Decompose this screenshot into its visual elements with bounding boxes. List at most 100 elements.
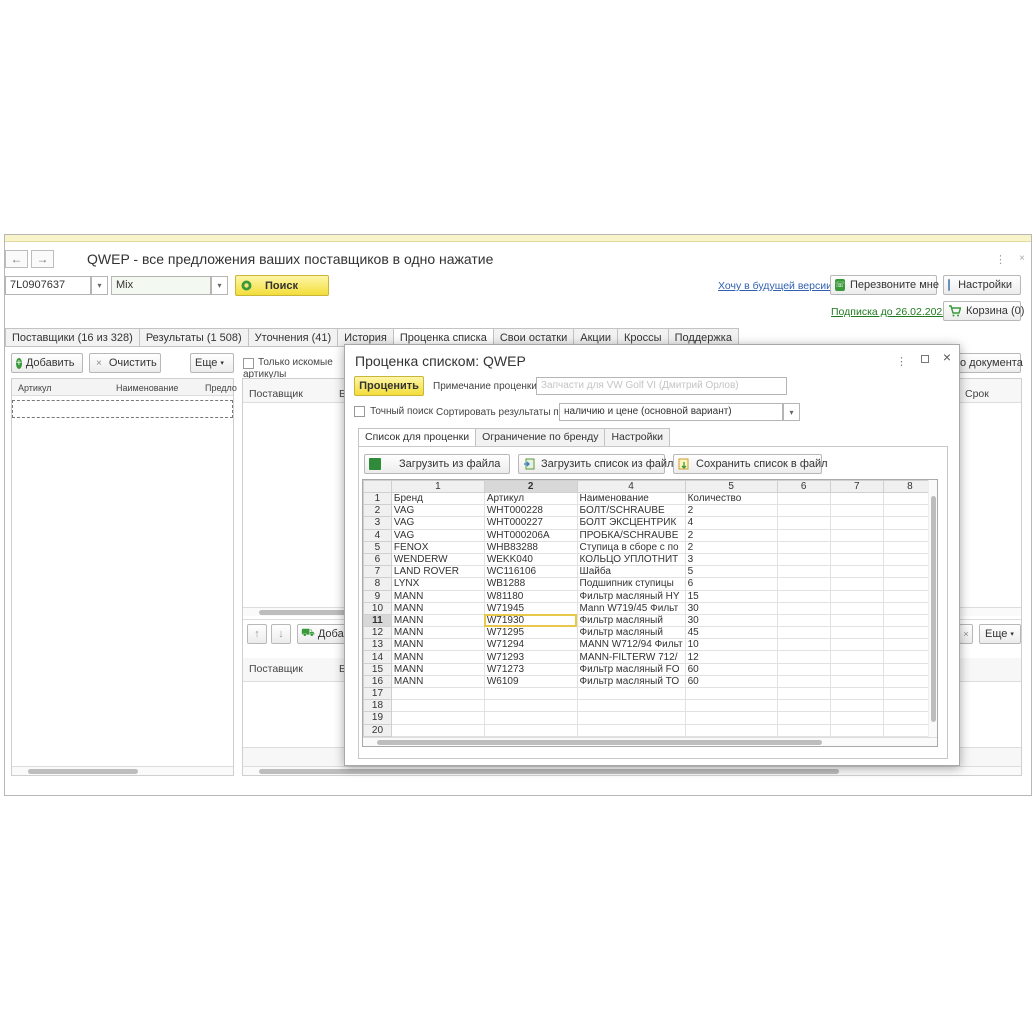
offers-scrollbar[interactable]	[243, 766, 1021, 775]
sheet-cell[interactable]	[776, 565, 831, 579]
column-header[interactable]: 5	[684, 480, 778, 493]
row-number[interactable]: 16	[363, 674, 392, 689]
mode-dropdown-icon[interactable]: ▾	[211, 276, 228, 295]
sheet-cell[interactable]: 2	[684, 528, 778, 542]
more-button-left[interactable]: Еще ▾	[190, 353, 234, 373]
sheet-cell[interactable]	[829, 711, 884, 725]
sort-select[interactable]: наличию и цене (основной вариант)	[559, 403, 783, 421]
row-number[interactable]: 5	[363, 540, 392, 554]
dialog-menu-icon[interactable]: ⋮	[896, 355, 907, 368]
row-number[interactable]: 18	[363, 699, 392, 713]
sheet-cell[interactable]	[390, 699, 485, 713]
sheet-cell[interactable]: Подшипник ступицы	[576, 577, 686, 591]
settings-button[interactable]: Настройки	[943, 275, 1021, 295]
sheet-cell[interactable]	[390, 723, 485, 737]
evaluate-button[interactable]: Проценить	[354, 376, 424, 396]
sheet-cell[interactable]: MANN	[390, 613, 485, 628]
sheet-cell[interactable]	[684, 711, 778, 725]
sheet-cell[interactable]: Фильтр масляный ТО	[576, 674, 686, 689]
sheet-cell[interactable]	[829, 528, 884, 542]
sheet-cell[interactable]: 30	[684, 601, 778, 615]
sheet-cell[interactable]: Артикул	[483, 491, 578, 506]
sheet-cell[interactable]: КОЛЬЦО УПЛОТНИТ	[576, 552, 686, 567]
corner-cell[interactable]	[363, 480, 392, 493]
sheet-cell[interactable]: WHT000206A	[483, 528, 578, 542]
sheet-cell[interactable]	[829, 552, 884, 567]
sheet-cell[interactable]: MANN	[390, 638, 485, 652]
sheet-cell[interactable]: БОЛТ ЭКСЦЕНТРИК	[576, 516, 686, 530]
sheet-cell[interactable]	[829, 638, 884, 652]
sheet-cell[interactable]: VAG	[390, 516, 485, 530]
sheet-cell[interactable]: W71930	[483, 613, 578, 628]
sheet-cell[interactable]: 15	[684, 589, 778, 603]
sheet-vscroll-thumb[interactable]	[931, 496, 936, 722]
sheet-cell[interactable]	[776, 601, 831, 615]
clear-button[interactable]: × Очистить	[89, 353, 161, 373]
sheet-cell[interactable]: ПРОБКА/SCHRAUBE	[576, 528, 686, 542]
col-name[interactable]: Наименование	[116, 383, 178, 393]
sheet-cell[interactable]: 60	[684, 662, 778, 676]
sheet-cell[interactable]	[829, 650, 884, 664]
row-number[interactable]: 10	[363, 601, 392, 615]
exact-search-checkbox[interactable]: Точный поиск	[354, 405, 433, 417]
sheet-cell[interactable]: MANN	[390, 674, 485, 689]
sheet-cell[interactable]: Фильтр масляный	[576, 613, 686, 628]
arrow-down-icon[interactable]: ↓	[271, 624, 291, 644]
sheet-cell[interactable]: W71294	[483, 638, 578, 652]
sheet-cell[interactable]: Фильтр масляный HY	[576, 589, 686, 603]
col-term[interactable]: Срок	[965, 388, 989, 400]
sheet-cell[interactable]	[776, 626, 831, 640]
sheet-cell[interactable]	[829, 516, 884, 530]
tab-evaluation-list[interactable]: Список для проценки	[358, 428, 477, 446]
row-number[interactable]: 2	[363, 504, 392, 518]
sheet-cell[interactable]: MANN	[390, 650, 485, 664]
sheet-cell[interactable]	[776, 613, 831, 628]
sheet-cell[interactable]	[776, 589, 831, 603]
sheet-cell[interactable]	[829, 504, 884, 518]
articles-scroll-thumb[interactable]	[28, 769, 138, 774]
sheet-cell[interactable]: 5	[684, 565, 778, 579]
sheet-cell[interactable]: Наименование	[576, 491, 686, 506]
sheet-cell[interactable]	[829, 540, 884, 554]
row-number[interactable]: 11	[363, 613, 392, 628]
sheet-cell[interactable]: БОЛТ/SCHRAUBE	[576, 504, 686, 518]
row-number[interactable]: 9	[363, 589, 392, 603]
sheet-cell[interactable]: W71273	[483, 662, 578, 676]
window-close-icon[interactable]: ×	[1019, 253, 1025, 264]
col-offer[interactable]: Предло	[205, 383, 237, 393]
sheet-cell[interactable]: Ступица в сборе с по	[576, 540, 686, 554]
sheet-cell[interactable]	[829, 662, 884, 676]
maximize-icon[interactable]	[921, 355, 929, 363]
sheet-cell[interactable]: Mann W719/45 Фильт	[576, 601, 686, 615]
sheet-cell[interactable]	[829, 674, 884, 689]
sheet-cell[interactable]	[776, 504, 831, 518]
sheet-cell[interactable]: MANN	[390, 589, 485, 603]
sheet-cell[interactable]: W71295	[483, 626, 578, 640]
sheet-cell[interactable]	[829, 565, 884, 579]
sheet-cell[interactable]: Шайба	[576, 565, 686, 579]
sheet-cell[interactable]	[829, 577, 884, 591]
document-button[interactable]: о документа	[953, 353, 1023, 373]
future-version-link[interactable]: Хочу в будущей версии	[718, 280, 832, 292]
sheet-hscroll-thumb[interactable]	[377, 740, 822, 745]
sheet-cell[interactable]: WHB83288	[483, 540, 578, 554]
sheet-cell[interactable]	[776, 711, 831, 725]
sheet-cell[interactable]: 45	[684, 626, 778, 640]
sheet-cell[interactable]	[576, 711, 686, 725]
sheet-cell[interactable]: LYNX	[390, 577, 485, 591]
sheet-cell[interactable]	[776, 674, 831, 689]
sheet-cell[interactable]: FENOX	[390, 540, 485, 554]
col-supplier-2[interactable]: Поставщик	[249, 663, 303, 675]
sheet-cell[interactable]	[684, 723, 778, 737]
sheet-vscroll[interactable]	[928, 480, 937, 739]
sheet-cell[interactable]	[483, 711, 578, 725]
sheet-cell[interactable]	[829, 699, 884, 713]
window-menu-icon[interactable]: ⋮	[995, 253, 1007, 266]
load-file-button[interactable]: Загрузить из файла	[364, 454, 510, 474]
sheet-cell[interactable]: 30	[684, 613, 778, 628]
callback-button[interactable]: ☏ Перезвоните мне	[830, 275, 939, 295]
articles-empty-row[interactable]	[12, 400, 233, 418]
account-dropdown-icon[interactable]: ▾	[91, 276, 108, 295]
sheet-cell[interactable]	[829, 686, 884, 701]
sheet-cell[interactable]	[483, 723, 578, 737]
